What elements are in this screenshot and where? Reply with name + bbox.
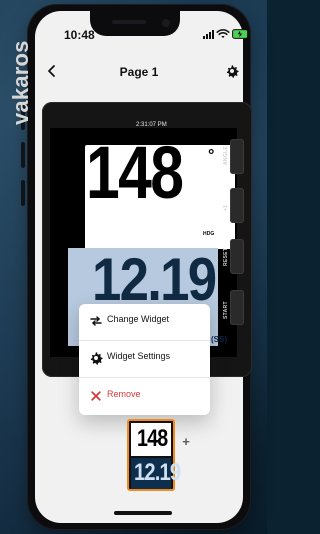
widget-bottom-value: 12.19 (134, 459, 181, 486)
status-icons (202, 28, 252, 42)
menu-item-change-widget[interactable]: Change Widget (79, 304, 210, 338)
phone-notch (90, 11, 180, 36)
device-button-angle[interactable] (230, 139, 244, 174)
menu-item-widget-settings[interactable]: Widget Settings (79, 341, 210, 375)
side-label-reset: RESET (223, 247, 229, 266)
side-label-start: START (223, 301, 229, 319)
side-label-angle: ANGLE (223, 146, 229, 165)
add-widget-button[interactable]: + (181, 435, 191, 448)
device-button-plus-one[interactable] (230, 188, 244, 223)
close-icon (91, 391, 101, 401)
heading-degree: ° (208, 147, 215, 164)
device-side-buttons: ANGLE +1 RESET START (223, 133, 253, 338)
speaker-grille (112, 20, 146, 24)
menu-item-remove[interactable]: Remove (79, 379, 210, 413)
home-indicator (114, 511, 172, 515)
widget-top-value: 148 (137, 425, 168, 452)
device-button-start[interactable] (230, 290, 244, 325)
device-button-reset[interactable] (230, 239, 244, 274)
menu-item-label: Remove (107, 389, 141, 399)
device-clock: 2:31:07 PM (136, 122, 167, 128)
device-brand: vakaros (8, 40, 33, 125)
signal-icon (203, 30, 214, 39)
menu-item-label: Change Widget (107, 314, 170, 324)
widget-context-menu: Change Widget Widget Settings Remove (79, 304, 210, 415)
swap-icon (90, 316, 102, 326)
selected-widget-thumbnail[interactable]: 148 12.19 (127, 419, 181, 491)
heading-label: HDG (203, 231, 215, 237)
menu-item-label: Widget Settings (107, 351, 171, 361)
side-label-plus-one: +1 (223, 204, 229, 211)
front-camera (162, 19, 170, 27)
menu-divider (79, 377, 210, 378)
wifi-icon (216, 29, 230, 38)
page-title: Page 1 (119, 65, 159, 79)
heading-value: 148 (86, 131, 184, 214)
navigation-header: Page 1 (35, 55, 243, 91)
widget-bottom-panel: 12.19 (131, 458, 181, 489)
widget-top-panel: 148 (131, 423, 171, 456)
status-time: 10:48 (64, 28, 95, 42)
gear-icon (90, 352, 103, 365)
speed-value: 12.19 (92, 246, 217, 313)
battery-charging-icon (232, 29, 250, 39)
gear-icon[interactable] (225, 64, 239, 78)
